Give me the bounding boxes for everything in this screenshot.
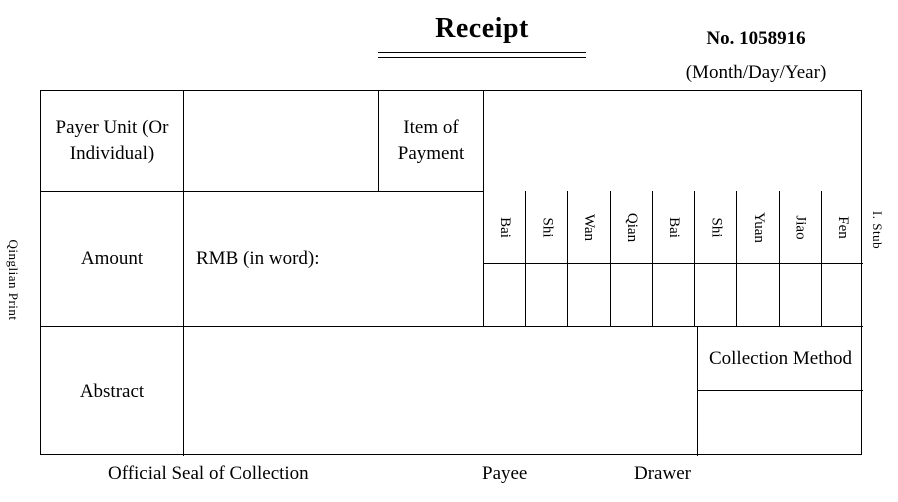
denomination-label: Wan xyxy=(581,213,598,241)
payer-unit-label: Payer Unit (Or Individual) xyxy=(55,117,169,164)
denomination-header: Jiao xyxy=(779,191,821,264)
denomination-column: Yuan xyxy=(736,191,779,326)
denomination-label: Yuan xyxy=(750,211,767,243)
denomination-header: Yuan xyxy=(737,191,779,264)
item-of-payment-label: Item of Payment xyxy=(378,91,483,191)
denomination-header: Shi xyxy=(526,191,568,264)
denomination-column: Wan xyxy=(567,191,610,326)
denomination-label: Fen xyxy=(834,215,851,239)
denomination-grid: Bai Shi Wan Qian Bai Shi Yuan Jiao Fen xyxy=(483,191,863,326)
denomination-digit-cell[interactable] xyxy=(484,264,525,326)
denomination-header: Bai xyxy=(484,191,526,264)
denomination-digit-cell[interactable] xyxy=(780,264,821,326)
print-mark-label: Qinglian Print xyxy=(6,239,21,321)
denomination-column: Jiao xyxy=(778,191,821,326)
title-double-underline xyxy=(378,52,586,58)
stub-label: I. Stub xyxy=(870,210,885,250)
denomination-digit-cell[interactable] xyxy=(568,264,609,326)
denomination-digit-cell[interactable] xyxy=(526,264,567,326)
denomination-header: Fen xyxy=(821,191,863,264)
denomination-column: Shi xyxy=(694,191,737,326)
denomination-label: Shi xyxy=(708,216,725,238)
denomination-label: Bai xyxy=(497,216,514,238)
denomination-label: Shi xyxy=(539,216,556,238)
abstract-label: Abstract xyxy=(41,326,183,456)
denomination-label: Bai xyxy=(665,216,682,238)
amount-in-words-field[interactable]: RMB (in word): xyxy=(183,191,483,326)
abstract-field[interactable] xyxy=(183,326,697,456)
payer-unit-field[interactable] xyxy=(183,91,378,191)
denomination-column: Shi xyxy=(525,191,568,326)
receipt-footer: Official Seal of Collection Payee Drawer xyxy=(0,458,898,502)
denomination-column: Bai xyxy=(483,191,526,326)
denomination-column: Bai xyxy=(651,191,695,326)
denomination-column: Fen xyxy=(820,191,863,326)
denomination-column: Qian xyxy=(609,191,652,326)
item-of-payment-field[interactable] xyxy=(483,91,863,191)
receipt-number: No. 1058916 xyxy=(706,28,806,49)
denomination-digit-cell[interactable] xyxy=(737,264,778,326)
denomination-digit-cell[interactable] xyxy=(695,264,736,326)
collection-method-label: Collection Method xyxy=(697,326,863,391)
receipt-form-table: Payer Unit (Or Individual) Item of Payme… xyxy=(40,90,863,456)
denomination-label: Qian xyxy=(623,212,640,242)
denomination-digit-cell[interactable] xyxy=(822,264,863,326)
date-format-hint: (Month/Day/Year) xyxy=(685,62,827,83)
denomination-header: Wan xyxy=(568,191,610,264)
page-title: Receipt xyxy=(435,13,529,44)
denomination-header: Shi xyxy=(695,191,737,264)
drawer-label: Drawer xyxy=(634,463,691,484)
denomination-header: Bai xyxy=(652,191,695,264)
amount-label: Amount xyxy=(41,191,183,326)
receipt-header: Receipt No. 1058916 (Month/Day/Year) xyxy=(0,0,898,90)
denomination-header: Qian xyxy=(610,191,652,264)
denomination-digit-cell[interactable] xyxy=(611,264,652,326)
denomination-digit-cell[interactable] xyxy=(653,264,694,326)
collection-method-field[interactable] xyxy=(697,391,863,456)
payee-label: Payee xyxy=(482,463,528,484)
denomination-label: Jiao xyxy=(792,214,809,240)
official-seal-label: Official Seal of Collection xyxy=(108,463,309,484)
